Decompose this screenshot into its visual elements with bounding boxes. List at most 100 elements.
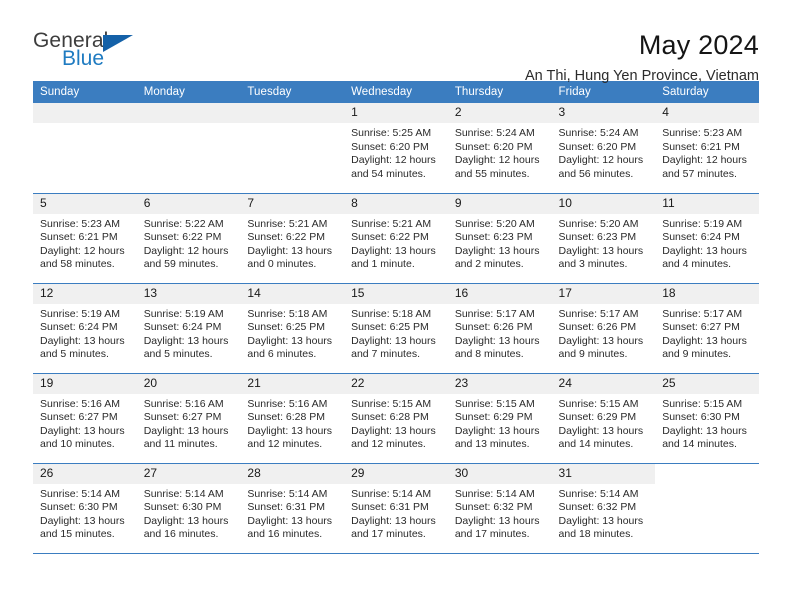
calendar-day-cell[interactable]: 28 Sunrise: 5:14 AM Sunset: 6:31 PM Dayligh… [240,463,345,554]
sunrise-text: Sunrise: 5:16 AM [143,397,224,410]
day-details: Sunrise: 5:20 AM Sunset: 6:23 PM Daylight:… [552,214,656,272]
calendar-cell-empty [655,463,759,554]
calendar-day-cell[interactable]: 31 Sunrise: 5:14 AM Sunset: 6:32 PM Dayligh… [551,463,656,554]
calendar-day-cell[interactable]: 9 Sunrise: 5:20 AM Sunset: 6:23 PM Daylight… [447,193,552,284]
calendar-day-cell[interactable]: 16 Sunrise: 5:17 AM Sunset: 6:26 PM Dayligh… [447,283,552,374]
calendar-day-cell[interactable]: 7 Sunrise: 5:21 AM Sunset: 6:22 PM Daylight… [240,193,345,284]
day-number: 6 [136,193,241,214]
sunset-text: Sunset: 6:25 PM [247,321,326,334]
calendar-day-cell[interactable]: 25 Sunrise: 5:15 AM Sunset: 6:30 PM Dayligh… [655,373,759,464]
day-number: 4 [655,103,759,123]
sunrise-text: Sunrise: 5:20 AM [558,217,639,230]
calendar-day-cell[interactable]: 14 Sunrise: 5:18 AM Sunset: 6:25 PM Dayligh… [240,283,345,374]
daylight-text: Daylight: 13 hours and 16 minutes. [247,514,333,541]
sunset-text: Sunset: 6:23 PM [454,231,533,244]
daylight-text: Daylight: 13 hours and 4 minutes. [662,244,747,271]
day-number [136,103,241,123]
day-details: Sunrise: 5:19 AM Sunset: 6:24 PM Daylight:… [33,304,137,362]
calendar-day-cell[interactable]: 8 Sunrise: 5:21 AM Sunset: 6:22 PM Daylight… [344,193,448,284]
day-details: Sunrise: 5:23 AM Sunset: 6:21 PM Daylight:… [655,123,759,181]
day-number: 24 [551,373,656,394]
day-number: 15 [344,283,448,304]
daylight-text: Daylight: 12 hours and 58 minutes. [40,244,125,271]
sunset-text: Sunset: 6:20 PM [454,140,533,153]
daylight-text: Daylight: 13 hours and 14 minutes. [662,424,747,451]
day-details: Sunrise: 5:25 AM Sunset: 6:20 PM Daylight:… [344,123,448,181]
calendar-day-cell[interactable]: 15 Sunrise: 5:18 AM Sunset: 6:25 PM Dayligh… [344,283,448,374]
calendar-day-cell[interactable]: 20 Sunrise: 5:16 AM Sunset: 6:27 PM Dayligh… [136,373,241,464]
day-number: 28 [240,463,345,484]
sunset-text: Sunset: 6:30 PM [662,411,740,424]
calendar-day-cell[interactable]: 11 Sunrise: 5:19 AM Sunset: 6:24 PM Dayligh… [655,193,759,284]
page-header: General Blue May 2024 An Thi, Hung Yen P… [33,0,759,84]
daylight-text: Daylight: 12 hours and 55 minutes. [454,154,540,180]
sunrise-text: Sunrise: 5:14 AM [247,487,328,500]
day-number: 23 [447,373,552,394]
day-number: 5 [33,193,137,214]
sunrise-text: Sunrise: 5:19 AM [662,217,743,230]
calendar-day-cell[interactable]: 1 Sunrise: 5:25 AM Sunset: 6:20 PM Daylight… [344,103,448,194]
weekday-header-tuesday: Tuesday [240,81,345,103]
sunrise-text: Sunrise: 5:19 AM [40,307,120,320]
sunrise-text: Sunrise: 5:18 AM [351,307,432,320]
sunset-text: Sunset: 6:25 PM [351,321,429,334]
day-details: Sunrise: 5:16 AM Sunset: 6:27 PM Daylight:… [33,394,137,452]
daylight-text: Daylight: 13 hours and 13 minutes. [454,424,540,451]
daylight-text: Daylight: 13 hours and 12 minutes. [247,424,333,451]
calendar-day-cell[interactable]: 29 Sunrise: 5:14 AM Sunset: 6:31 PM Dayligh… [344,463,448,554]
day-details: Sunrise: 5:23 AM Sunset: 6:21 PM Daylight:… [33,214,137,272]
weekday-header-sunday: Sunday [33,81,137,103]
day-details: Sunrise: 5:14 AM Sunset: 6:32 PM Daylight:… [448,484,552,542]
day-details: Sunrise: 5:21 AM Sunset: 6:22 PM Daylight:… [240,214,344,272]
calendar-day-cell[interactable]: 24 Sunrise: 5:15 AM Sunset: 6:29 PM Dayligh… [551,373,656,464]
sunrise-text: Sunrise: 5:24 AM [558,127,639,139]
daylight-text: Daylight: 13 hours and 12 minutes. [351,424,436,451]
day-number: 1 [344,103,448,123]
day-details: Sunrise: 5:22 AM Sunset: 6:22 PM Daylight:… [137,214,241,272]
daylight-text: Daylight: 13 hours and 17 minutes. [351,514,436,541]
day-details: Sunrise: 5:15 AM Sunset: 6:28 PM Daylight:… [344,394,448,452]
calendar-day-cell[interactable]: 19 Sunrise: 5:16 AM Sunset: 6:27 PM Dayligh… [33,373,137,464]
calendar-day-cell[interactable]: 22 Sunrise: 5:15 AM Sunset: 6:28 PM Dayligh… [344,373,448,464]
calendar-day-cell[interactable]: 12 Sunrise: 5:19 AM Sunset: 6:24 PM Dayligh… [33,283,137,374]
calendar-cell-empty [136,103,241,194]
daylight-text: Daylight: 13 hours and 9 minutes. [662,334,747,361]
calendar-day-cell[interactable]: 27 Sunrise: 5:14 AM Sunset: 6:30 PM Dayligh… [136,463,241,554]
calendar-day-cell[interactable]: 17 Sunrise: 5:17 AM Sunset: 6:26 PM Dayligh… [551,283,656,374]
day-details: Sunrise: 5:18 AM Sunset: 6:25 PM Daylight:… [344,304,448,362]
day-details: Sunrise: 5:16 AM Sunset: 6:27 PM Daylight:… [137,394,241,452]
day-details: Sunrise: 5:18 AM Sunset: 6:25 PM Daylight:… [240,304,344,362]
calendar-day-cell[interactable]: 3 Sunrise: 5:24 AM Sunset: 6:20 PM Daylight… [551,103,656,194]
day-number: 27 [136,463,241,484]
calendar-day-cell[interactable]: 6 Sunrise: 5:22 AM Sunset: 6:22 PM Daylight… [136,193,241,284]
calendar-day-cell[interactable]: 13 Sunrise: 5:19 AM Sunset: 6:24 PM Dayligh… [136,283,241,374]
daylight-text: Daylight: 13 hours and 11 minutes. [143,424,229,451]
day-details: Sunrise: 5:15 AM Sunset: 6:29 PM Daylight:… [448,394,552,452]
sunset-text: Sunset: 6:32 PM [558,501,637,514]
calendar-day-cell[interactable]: 30 Sunrise: 5:14 AM Sunset: 6:32 PM Dayligh… [447,463,552,554]
calendar-day-cell[interactable]: 4 Sunrise: 5:23 AM Sunset: 6:21 PM Daylight… [655,103,759,194]
sunset-text: Sunset: 6:29 PM [454,411,533,424]
day-details: Sunrise: 5:24 AM Sunset: 6:20 PM Daylight:… [448,123,552,181]
day-number: 14 [240,283,345,304]
sunrise-text: Sunrise: 5:17 AM [662,307,743,320]
calendar-day-cell[interactable]: 26 Sunrise: 5:14 AM Sunset: 6:30 PM Dayligh… [33,463,137,554]
day-details: Sunrise: 5:24 AM Sunset: 6:20 PM Daylight:… [552,123,656,181]
sunrise-text: Sunrise: 5:14 AM [454,487,535,500]
calendar-day-cell[interactable]: 21 Sunrise: 5:16 AM Sunset: 6:28 PM Dayligh… [240,373,345,464]
day-number: 7 [240,193,345,214]
calendar-day-cell[interactable]: 18 Sunrise: 5:17 AM Sunset: 6:27 PM Dayligh… [655,283,759,374]
sunrise-text: Sunrise: 5:15 AM [351,397,432,410]
calendar-day-cell[interactable]: 10 Sunrise: 5:20 AM Sunset: 6:23 PM Dayligh… [551,193,656,284]
day-number: 3 [551,103,656,123]
calendar-day-cell[interactable]: 5 Sunrise: 5:23 AM Sunset: 6:21 PM Daylight… [33,193,137,284]
day-number: 21 [240,373,345,394]
sunset-text: Sunset: 6:22 PM [351,231,429,244]
general-blue-logo[interactable]: General Blue [33,30,153,78]
day-number: 12 [33,283,137,304]
calendar-day-cell[interactable]: 23 Sunrise: 5:15 AM Sunset: 6:29 PM Dayligh… [447,373,552,464]
sunset-text: Sunset: 6:24 PM [662,231,740,244]
day-number: 30 [447,463,552,484]
calendar-day-cell[interactable]: 2 Sunrise: 5:24 AM Sunset: 6:20 PM Daylight… [447,103,552,194]
daylight-text: Daylight: 13 hours and 10 minutes. [40,424,125,451]
